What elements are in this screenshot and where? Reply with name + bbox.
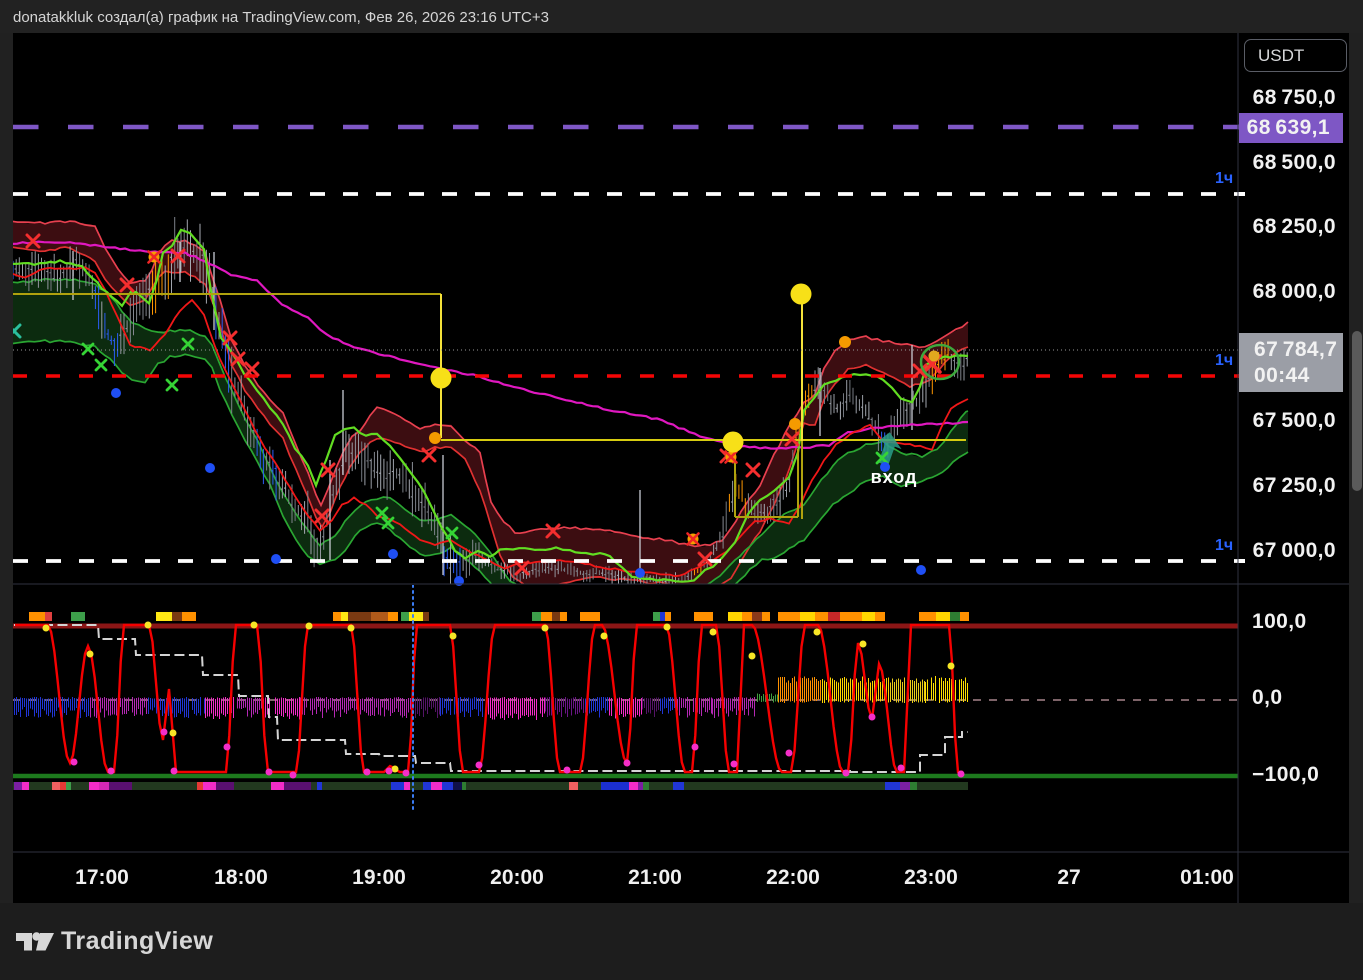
svg-text:вход: вход — [871, 467, 918, 487]
